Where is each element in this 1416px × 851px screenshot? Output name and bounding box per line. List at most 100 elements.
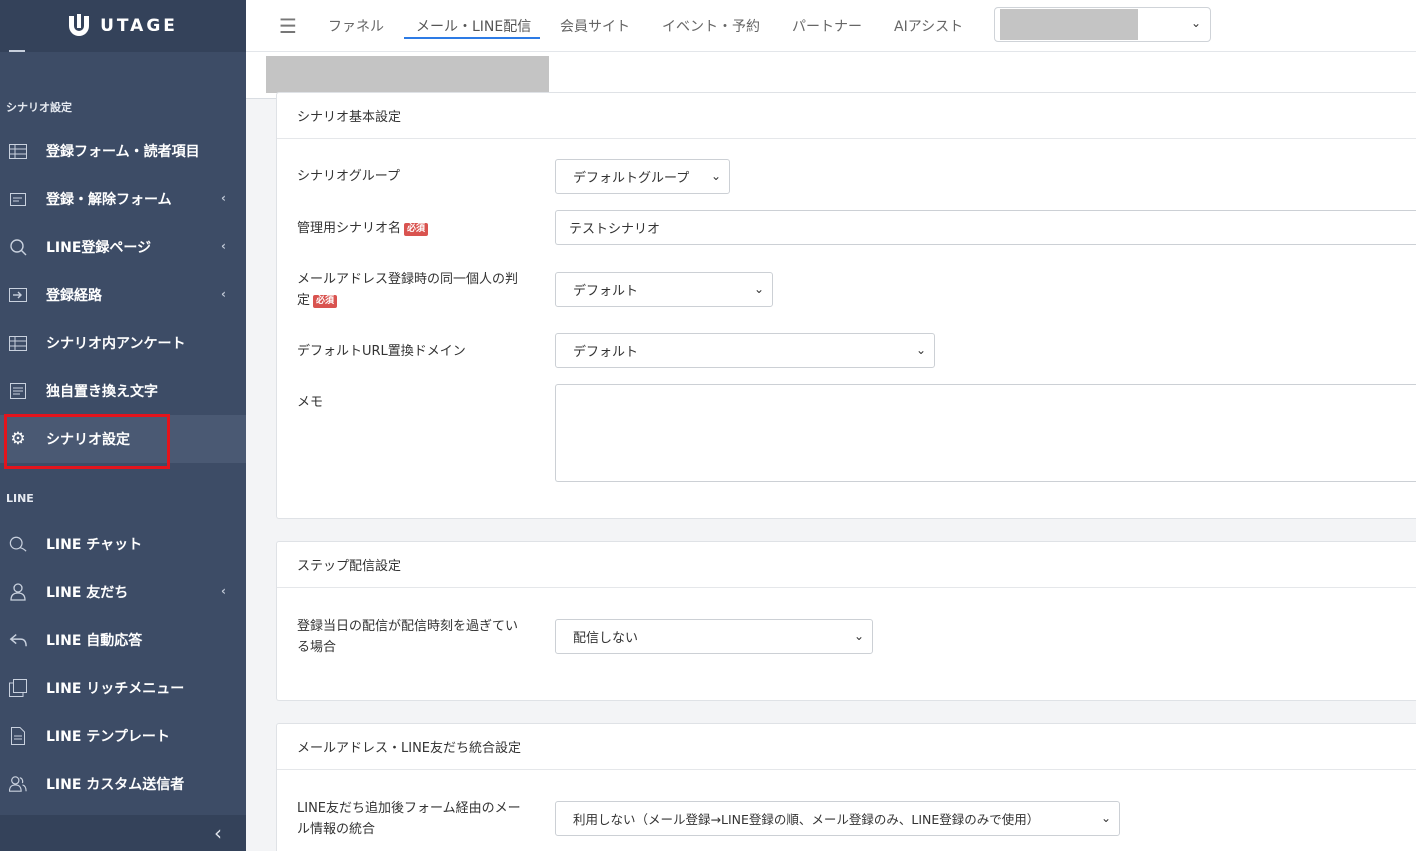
card-title: ステップ配信設定 bbox=[277, 542, 1416, 588]
step-label-line2: る場合 bbox=[297, 640, 337, 655]
sidebar-item-survey[interactable]: シナリオ内アンケート bbox=[0, 319, 246, 367]
sidebar-item-register-forms[interactable]: 登録・解除フォーム ‹ bbox=[0, 175, 246, 223]
tab-funnel[interactable]: ファネル bbox=[328, 16, 384, 36]
table-icon bbox=[9, 334, 27, 352]
basic-settings-card: シナリオ基本設定 シナリオグループ デフォルトグループ ⌄ 管理用シナリオ名 必須… bbox=[276, 92, 1416, 519]
memo-textarea[interactable] bbox=[555, 384, 1416, 482]
identity-judge-select[interactable]: デフォルト ⌄ bbox=[555, 272, 773, 307]
chevron-down-icon: ⌄ bbox=[1100, 811, 1111, 825]
chevron-left-icon: ‹ bbox=[221, 584, 226, 598]
sidebar-item-label: 登録フォーム・読者項目 bbox=[46, 144, 200, 160]
sidebar-collapse-button[interactable]: ‹ bbox=[0, 815, 246, 851]
tab-event-booking[interactable]: イベント・予約 bbox=[662, 16, 760, 36]
sidebar-item-label: LINE テンプレート bbox=[46, 729, 170, 745]
identity-label: メールアドレス登録時の同一個人の判 定必須 bbox=[297, 269, 518, 311]
tab-member-site[interactable]: 会員サイト bbox=[560, 16, 630, 36]
card-title: シナリオ基本設定 bbox=[277, 93, 1416, 139]
sidebar-item-label: 登録・解除フォーム bbox=[46, 192, 172, 208]
search-icon bbox=[9, 238, 27, 256]
form-icon bbox=[9, 190, 27, 208]
gear-icon: ⚙ bbox=[10, 429, 26, 449]
sidebar-item-line-template[interactable]: LINE テンプレート bbox=[0, 712, 246, 760]
select-value: デフォルト bbox=[573, 345, 639, 360]
select-value: 利用しない（メール登録→LINE登録の順、メール登録のみ、LINE登録のみで使用… bbox=[573, 812, 1040, 827]
scrolled-item-stub bbox=[9, 50, 25, 52]
sidebar-item-line-friends[interactable]: LINE 友だち ‹ bbox=[0, 568, 246, 616]
top-navbar: ☰ ファネル メール・LINE配信 会員サイト イベント・予約 パートナー AI… bbox=[246, 0, 1416, 52]
mail-merge-select[interactable]: 利用しない（メール登録→LINE登録の順、メール登録のみ、LINE登録のみで使用… bbox=[555, 801, 1120, 836]
sidebar-item-label: 登録経路 bbox=[46, 288, 102, 304]
merge-label: LINE友だち追加後フォーム経由のメー ル情報の統合 bbox=[297, 798, 521, 840]
merge-label-line2: ル情報の統合 bbox=[297, 822, 376, 837]
login-icon bbox=[9, 286, 27, 304]
sidebar-item-label: シナリオ内アンケート bbox=[46, 336, 186, 352]
menu-icon[interactable]: ☰ bbox=[279, 14, 297, 38]
sidebar-item-line-register-page[interactable]: LINE登録ページ ‹ bbox=[0, 223, 246, 271]
tab-mail-line[interactable]: メール・LINE配信 bbox=[416, 16, 531, 36]
sidebar-item-label: シナリオ設定 bbox=[46, 432, 130, 448]
sidebar: UTAGE シナリオ設定 登録フォーム・読者項目 登録・解除フォーム ‹ LIN… bbox=[0, 0, 246, 851]
section-label-line: LINE bbox=[6, 492, 34, 505]
sidebar-item-label: LINE 友だち bbox=[46, 585, 129, 601]
select-value: 配信しない bbox=[573, 631, 639, 646]
sidebar-item-line-custom-sender[interactable]: LINE カスタム送信者 bbox=[0, 760, 246, 808]
redacted-block bbox=[266, 56, 549, 93]
sidebar-item-label: LINE登録ページ bbox=[46, 240, 152, 256]
chevron-down-icon: ⌄ bbox=[753, 282, 764, 296]
identity-label-text: 定 bbox=[297, 293, 311, 308]
identity-label-line2: 定必須 bbox=[297, 290, 518, 311]
redacted-block bbox=[1000, 9, 1138, 40]
tab-ai-assist[interactable]: AIアシスト bbox=[894, 16, 963, 36]
document-icon bbox=[9, 382, 27, 400]
sidebar-item-register-route[interactable]: 登録経路 ‹ bbox=[0, 271, 246, 319]
chevron-left-icon: ‹ bbox=[221, 239, 226, 253]
sidebar-item-custom-replace[interactable]: 独自置き換え文字 bbox=[0, 367, 246, 415]
sidebar-item-label: LINE 自動応答 bbox=[46, 633, 143, 649]
tab-partner[interactable]: パートナー bbox=[792, 16, 862, 36]
required-badge: 必須 bbox=[313, 295, 338, 308]
brand[interactable]: UTAGE bbox=[0, 0, 246, 52]
memo-label: メモ bbox=[297, 395, 324, 410]
select-value: デフォルト bbox=[573, 284, 639, 299]
sidebar-item-label: LINE リッチメニュー bbox=[46, 681, 185, 697]
chevron-left-icon: ‹ bbox=[214, 821, 222, 845]
select-value: デフォルトグループ bbox=[573, 171, 690, 186]
active-tab-indicator bbox=[404, 37, 540, 39]
chevron-down-icon: ⌄ bbox=[1190, 16, 1201, 30]
table-icon bbox=[9, 142, 27, 160]
sidebar-item-label: LINE チャット bbox=[46, 537, 143, 553]
group-label: シナリオグループ bbox=[297, 169, 400, 184]
file-icon bbox=[9, 727, 27, 745]
chevron-left-icon: ‹ bbox=[221, 191, 226, 205]
sidebar-item-label: 独自置き換え文字 bbox=[46, 384, 158, 400]
scenario-name-input[interactable]: テストシナリオ bbox=[555, 210, 1416, 245]
card-title: メールアドレス・LINE友だち統合設定 bbox=[277, 724, 1416, 770]
sidebar-item-line-rich-menu[interactable]: LINE リッチメニュー bbox=[0, 664, 246, 712]
url-domain-select[interactable]: デフォルト ⌄ bbox=[555, 333, 935, 368]
merge-label-line1: LINE友だち追加後フォーム経由のメー bbox=[297, 801, 521, 816]
identity-label-line1: メールアドレス登録時の同一個人の判 bbox=[297, 272, 519, 287]
sidebar-item-line-auto-reply[interactable]: LINE 自動応答 bbox=[0, 616, 246, 664]
user-icon bbox=[9, 583, 27, 601]
domain-label: デフォルトURL置換ドメイン bbox=[297, 344, 466, 359]
chevron-down-icon: ⌄ bbox=[915, 343, 926, 357]
sidebar-item-label: LINE カスタム送信者 bbox=[46, 777, 185, 793]
sidebar-item-line-chat[interactable]: LINE チャット bbox=[0, 520, 246, 568]
brand-name: UTAGE bbox=[100, 16, 178, 36]
name-label: 管理用シナリオ名 必須 bbox=[297, 218, 429, 239]
same-day-delivery-select[interactable]: 配信しない ⌄ bbox=[555, 619, 873, 654]
account-select[interactable]: ⌄ bbox=[994, 7, 1211, 42]
sidebar-item-scenario-settings[interactable]: ⚙ シナリオ設定 bbox=[0, 415, 246, 463]
merge-settings-card: メールアドレス・LINE友だち統合設定 LINE友だち追加後フォーム経由のメー … bbox=[276, 723, 1416, 851]
section-label-scenario: シナリオ設定 bbox=[6, 101, 72, 114]
scenario-group-select[interactable]: デフォルトグループ ⌄ bbox=[555, 159, 730, 194]
copy-icon bbox=[9, 679, 27, 697]
users-icon bbox=[9, 775, 27, 793]
sidebar-item-form-fields[interactable]: 登録フォーム・読者項目 bbox=[0, 127, 246, 175]
step-label: 登録当日の配信が配信時刻を過ぎてい る場合 bbox=[297, 616, 518, 658]
chevron-left-icon: ‹ bbox=[221, 287, 226, 301]
chevron-down-icon: ⌄ bbox=[710, 169, 721, 183]
step-label-line1: 登録当日の配信が配信時刻を過ぎてい bbox=[297, 619, 519, 634]
chevron-down-icon: ⌄ bbox=[853, 629, 864, 643]
reply-icon bbox=[9, 631, 27, 649]
